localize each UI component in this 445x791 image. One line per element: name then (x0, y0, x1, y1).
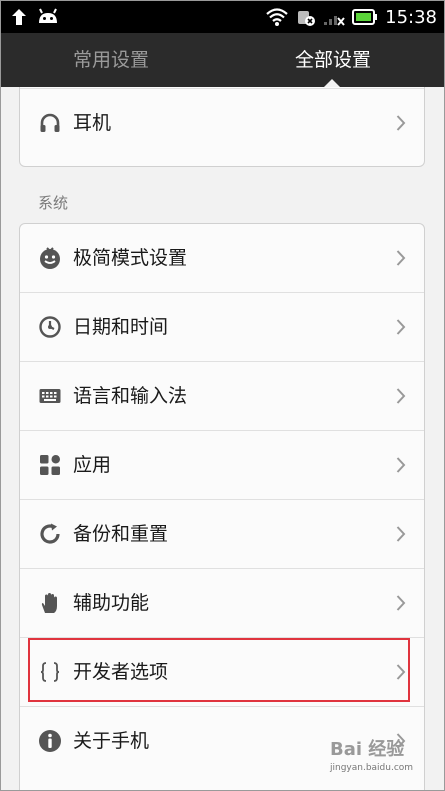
hand-icon (41, 593, 57, 613)
headphones-icon (40, 113, 60, 132)
backup-icon (40, 523, 60, 544)
system-settings-card: 极简模式设置 日期和时间 语言和输入法 应用 备份和重置 辅助功能 开发者选项 … (19, 223, 425, 791)
chevron-right-icon (396, 595, 406, 611)
settings-row-date-time[interactable]: 日期和时间 (20, 293, 424, 361)
battery-icon (352, 9, 378, 25)
chevron-right-icon (396, 115, 406, 131)
android-icon (39, 8, 57, 23)
highlight-box (28, 638, 410, 702)
chevron-right-icon (396, 526, 406, 542)
data-off-icon (298, 11, 316, 26)
info-icon (39, 730, 61, 752)
chevron-right-icon (396, 250, 406, 266)
status-time: 15:38 (385, 6, 437, 28)
settings-row-label: 日期和时间 (73, 316, 169, 338)
settings-row-label: 极简模式设置 (73, 247, 188, 269)
watermark-url: jingyan.baidu.com (330, 763, 414, 773)
chevron-right-icon (396, 319, 406, 335)
settings-row-apps[interactable]: 应用 (20, 431, 424, 499)
status-bar: 15:38 (0, 0, 445, 33)
simple-mode-icon (40, 247, 60, 269)
settings-row-language-input[interactable]: 语言和输入法 (20, 362, 424, 430)
chevron-right-icon (396, 457, 406, 473)
watermark-logo: Bai 经验 (330, 739, 405, 760)
settings-row-label: 备份和重置 (73, 523, 169, 545)
section-title-system: 系统 (38, 194, 69, 212)
settings-row-label: 应用 (73, 454, 112, 476)
settings-tab-bar: 常用设置 全部设置 (0, 33, 445, 87)
settings-row-simple-mode[interactable]: 极简模式设置 (20, 224, 424, 292)
signal-off-icon (324, 16, 345, 26)
settings-row-label: 语言和输入法 (73, 385, 188, 407)
chevron-right-icon (396, 388, 406, 404)
upload-arrow-icon (12, 9, 26, 25)
settings-row-headphones[interactable]: 耳机 (20, 89, 424, 157)
settings-row-backup-reset[interactable]: 备份和重置 (20, 500, 424, 568)
settings-row-label: 耳机 (73, 112, 112, 134)
apps-icon (40, 455, 60, 475)
wifi-icon (266, 8, 288, 26)
audio-settings-card: 耳机 (19, 87, 425, 167)
tab-common-settings[interactable]: 常用设置 (0, 33, 222, 87)
settings-row-label: 辅助功能 (73, 592, 150, 614)
settings-row-label: 关于手机 (73, 730, 150, 752)
keyboard-icon (39, 389, 61, 403)
settings-row-accessibility[interactable]: 辅助功能 (20, 569, 424, 637)
clock-icon (39, 316, 61, 338)
